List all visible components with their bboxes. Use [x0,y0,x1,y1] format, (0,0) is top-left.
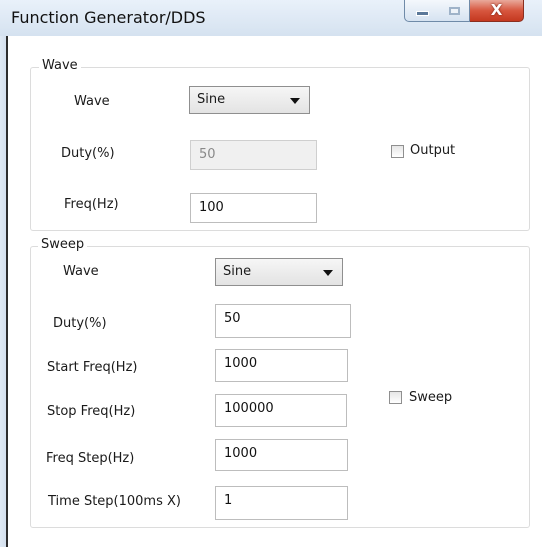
minimize-icon [415,11,429,16]
wave-type-select[interactable]: Sine [189,86,310,114]
chevron-down-icon [323,270,333,276]
wave-duty-label: Duty(%) [61,146,115,161]
stop-freq-input[interactable]: 100000 [215,394,347,427]
output-checkbox[interactable] [391,145,404,158]
sweep-wave-select[interactable]: Sine [215,258,343,286]
sweep-label[interactable]: Sweep [409,390,452,405]
maximize-button[interactable] [439,0,470,22]
wave-type-value: Sine [197,92,226,107]
sweep-group-legend: Sweep [38,237,88,252]
close-icon: X [490,1,503,19]
sweep-duty-input[interactable]: 50 [215,304,351,338]
start-freq-input[interactable]: 1000 [215,349,348,382]
output-label[interactable]: Output [410,143,455,158]
sweep-wave-value: Sine [223,264,252,279]
function-generator-window: Function Generator/DDS X Wave Wave Sine … [0,0,542,547]
sweep-wave-label: Wave [63,264,99,279]
start-freq-label: Start Freq(Hz) [47,360,138,375]
time-step-label: Time Step(100ms X) [48,494,181,509]
sweep-checkbox[interactable] [389,391,402,404]
window-title: Function Generator/DDS [11,8,206,27]
wave-type-label: Wave [74,94,110,109]
minimize-button[interactable] [404,0,440,22]
time-step-input[interactable]: 1 [215,486,348,520]
wave-freq-input[interactable]: 100 [190,193,317,223]
sweep-duty-label: Duty(%) [53,316,107,331]
wave-group-legend: Wave [39,58,81,73]
wave-freq-label: Freq(Hz) [64,197,119,212]
close-button[interactable]: X [470,0,524,22]
chevron-down-icon [290,98,300,104]
wave-duty-input[interactable]: 50 [190,140,317,170]
title-bar[interactable]: Function Generator/DDS X [0,0,542,36]
freq-step-input[interactable]: 1000 [215,439,348,471]
stop-freq-label: Stop Freq(Hz) [47,404,136,419]
freq-step-label: Freq Step(Hz) [46,451,135,466]
maximize-icon [448,6,460,15]
